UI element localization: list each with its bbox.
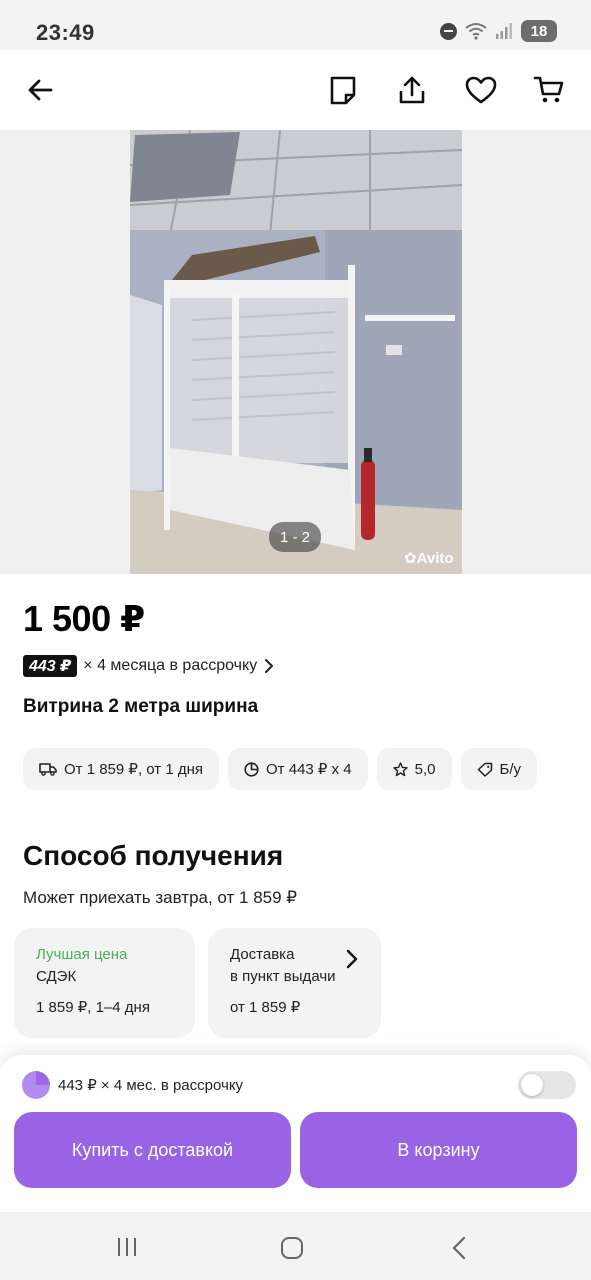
do-not-disturb-icon (440, 22, 457, 40)
system-nav-bar (0, 1212, 591, 1280)
status-icons: 18 (440, 20, 557, 42)
delivery-card-pickup[interactable]: Доставка в пункт выдачи от 1 859 ₽ (208, 928, 381, 1038)
back-nav-icon[interactable] (450, 1235, 468, 1261)
cart-icon (533, 76, 564, 103)
price: 1 500 ₽ (23, 598, 145, 639)
installment-pie-icon (22, 1071, 50, 1099)
avito-watermark: ✿Avito (404, 549, 454, 567)
photo-counter: 1 - 2 (269, 522, 321, 552)
chip-installment[interactable]: От 443 ₽ x 4 (228, 748, 368, 790)
heart-icon (465, 76, 497, 104)
chip-condition[interactable]: Б/у (460, 748, 538, 790)
bottom-action-sheet: 443 ₽ × 4 мес. в рассрочку Купить с дост… (0, 1055, 591, 1212)
chip-rating-label: 5,0 (414, 760, 436, 778)
note-icon (330, 76, 356, 105)
cart-button[interactable] (527, 68, 571, 112)
toggle-knob (521, 1074, 543, 1096)
delivery-card-detail: 1 859 ₽, 1–4 дня (36, 999, 150, 1016)
battery-icon: 18 (521, 20, 557, 42)
installment-badge: 443 ₽ (23, 655, 78, 677)
wifi-icon (465, 23, 487, 40)
buy-with-delivery-button[interactable]: Купить с доставкой (14, 1112, 291, 1188)
chip-rating[interactable]: 5,0 (376, 748, 452, 790)
chip-delivery-label: От 1 859 ₽, от 1 дня (64, 761, 204, 778)
chip-condition-label: Б/у (499, 760, 522, 778)
note-button[interactable] (321, 68, 365, 112)
delivery-card-name: СДЭК (36, 968, 77, 985)
chevron-right-icon (265, 659, 274, 673)
add-to-cart-button[interactable]: В корзину (300, 1112, 577, 1188)
installment-link[interactable]: 443 ₽ × 4 месяца в рассрочку (23, 655, 275, 677)
favorite-button[interactable] (459, 68, 503, 112)
chip-delivery[interactable]: От 1 859 ₽, от 1 дня (23, 748, 220, 790)
chevron-right-icon (346, 949, 358, 969)
signal-icon (496, 23, 512, 39)
delivery-card-detail: от 1 859 ₽ (230, 999, 301, 1016)
share-button[interactable] (390, 68, 434, 112)
showcase-photo-image (130, 130, 462, 574)
share-icon (399, 76, 425, 104)
avito-logo-icon: ✿ (404, 550, 417, 567)
photo-gallery[interactable]: 1 - 2 (0, 130, 591, 574)
truck-icon (39, 763, 57, 776)
status-bar: 23:49 18 (0, 0, 591, 50)
sheet-installment: 443 ₽ × 4 мес. в рассрочку (22, 1071, 243, 1099)
installment-text: × 4 месяца в рассрочку (83, 657, 258, 674)
product-title: Витрина 2 метра ширина (23, 696, 259, 717)
home-icon[interactable] (280, 1236, 304, 1260)
recent-apps-icon[interactable] (115, 1236, 139, 1258)
product-photo[interactable] (130, 130, 462, 574)
sheet-installment-text: 443 ₽ × 4 мес. в рассрочку (58, 1077, 244, 1094)
feature-chips: От 1 859 ₽, от 1 дня От 443 ₽ x 4 5,0 Б/… (23, 748, 538, 790)
delivery-subtitle: Может приехать завтра, от 1 859 ₽ (23, 888, 298, 907)
watermark-text: Avito (416, 550, 454, 567)
delivery-section-title: Способ получения (23, 840, 284, 871)
back-button[interactable] (18, 68, 62, 112)
pie-chart-icon (244, 761, 259, 777)
tag-icon (477, 762, 492, 777)
delivery-card-line1: Доставка (230, 946, 295, 963)
back-arrow-icon (28, 79, 53, 101)
top-bar (0, 50, 591, 130)
delivery-card-cdek[interactable]: Лучшая цена СДЭК 1 859 ₽, 1–4 дня (14, 928, 195, 1038)
delivery-card-line2: в пункт выдачи (230, 968, 336, 985)
chip-installment-label: От 443 ₽ x 4 (266, 761, 352, 778)
installment-toggle[interactable] (518, 1071, 576, 1099)
status-time: 23:49 (36, 20, 95, 45)
star-icon (392, 761, 408, 776)
best-price-badge: Лучшая цена (36, 946, 128, 963)
